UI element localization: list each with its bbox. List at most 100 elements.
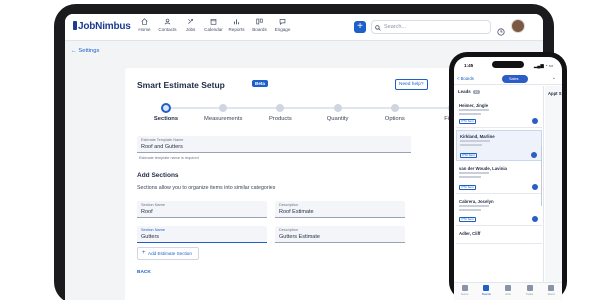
search-icon: [375, 24, 381, 31]
section-name-field[interactable]: Section Name Gutters: [137, 226, 267, 243]
lead-status-tag[interactable]: PTC Sent: [460, 153, 477, 158]
lead-status-tag[interactable]: PTC Sent: [459, 185, 476, 190]
lead-card[interactable]: van der Woude, Lavinia PTC Sent: [456, 163, 542, 194]
phone-notch: [492, 61, 524, 68]
nav-label: Boards: [252, 27, 267, 32]
add-sections-description: Sections allow you to organize items int…: [137, 185, 276, 191]
wizard-stepper: Sections Measurements Products Quantity Opti…: [137, 103, 477, 127]
lead-subline: [459, 172, 489, 174]
tasks-icon: [526, 285, 533, 291]
nav-item-contacts[interactable]: Contacts: [156, 18, 179, 32]
lead-action-icon[interactable]: [531, 152, 537, 158]
step-label-products[interactable]: Products: [269, 116, 292, 122]
add-estimate-section-button[interactable]: + Add Estimate Section: [137, 247, 199, 260]
lead-subline: [460, 140, 490, 142]
phone-tab-tasks[interactable]: Tasks: [522, 285, 538, 300]
search-input[interactable]: Search...: [371, 20, 491, 34]
nav-item-reports[interactable]: Reports: [225, 18, 248, 32]
template-name-field[interactable]: Estimate Template Name Roof and Gutters: [137, 136, 411, 153]
section-description-value: Roof Estimate: [279, 209, 314, 215]
lead-name: Heimer, Jingle: [459, 103, 489, 108]
leads-column: Leads 10 Heimer, Jingle PTC Sent Kirkland, …: [454, 86, 544, 282]
phone-tab-bar: Home Boards Jobs Tasks Alerts: [454, 282, 562, 300]
boards-back-link[interactable]: < Boards: [457, 76, 474, 81]
contacts-icon: [164, 18, 171, 25]
nav-item-engage[interactable]: Engage: [271, 18, 294, 32]
lead-action-icon[interactable]: [532, 216, 538, 222]
home-icon: [461, 285, 468, 291]
user-avatar[interactable]: [511, 19, 525, 33]
lead-subline: [460, 144, 482, 146]
step-dot-sections[interactable]: [161, 103, 171, 113]
phone-tab-jobs[interactable]: Jobs: [500, 285, 516, 300]
template-name-hint: Estimate template name is required: [139, 156, 199, 160]
boards-icon: [483, 285, 490, 291]
section-description-field[interactable]: Description Roof Estimate: [275, 201, 405, 218]
lead-card[interactable]: Cabrera, Jocelyn PTC Sent: [456, 196, 542, 226]
nav-label: Calendar: [204, 27, 223, 32]
phone-tab-boards[interactable]: Boards: [478, 285, 494, 300]
recent-clock-icon[interactable]: [497, 23, 505, 36]
app-logo[interactable]: JobNimbus: [73, 21, 131, 32]
calendar-icon: [210, 18, 217, 25]
step-dot-products[interactable]: [276, 104, 285, 112]
lead-action-icon[interactable]: [532, 184, 538, 190]
nav-item-boards[interactable]: Boards: [248, 18, 271, 32]
phone-frame: 1:45 ▂▄▆ ◔ ▭ < Boards Sales ⌄ Leads 10 He…: [449, 52, 567, 300]
lead-status-tag[interactable]: PTC Sent: [459, 217, 476, 222]
step-dot-options[interactable]: [390, 104, 399, 112]
section-name-value: Roof: [141, 209, 153, 215]
step-dot-measurements[interactable]: [219, 104, 228, 112]
lead-action-icon[interactable]: [532, 118, 538, 124]
back-button[interactable]: BACK: [137, 270, 151, 275]
step-label-sections[interactable]: Sections: [154, 116, 178, 122]
appointments-column: Appt S: [545, 86, 562, 282]
leads-count-badge: 10: [472, 90, 481, 94]
nav-label: Reports: [228, 27, 245, 32]
appointments-column-title: Appt S: [548, 91, 562, 96]
phone-tab-label: Tasks: [526, 292, 534, 296]
lead-name: Cabrera, Jocelyn: [459, 199, 494, 204]
back-to-settings-link[interactable]: ← Settings: [71, 48, 99, 54]
home-icon: [141, 18, 148, 25]
need-help-button[interactable]: Need help?: [395, 79, 428, 90]
board-selector-pill[interactable]: Sales: [502, 75, 528, 83]
plus-icon: +: [142, 250, 146, 256]
create-plus-button[interactable]: +: [354, 21, 366, 33]
lead-card[interactable]: Heimer, Jingle PTC Sent: [456, 100, 542, 128]
stepper-track: [166, 107, 452, 109]
section-description-field[interactable]: Description Gutters Estimate: [275, 226, 405, 243]
leads-scrollbar[interactable]: [541, 146, 542, 206]
leads-title-text: Leads: [458, 89, 471, 94]
beta-badge: Beta: [252, 80, 268, 87]
add-sections-title: Add Sections: [137, 172, 179, 179]
step-label-quantity[interactable]: Quantity: [327, 116, 349, 122]
nav-item-home[interactable]: Home: [133, 18, 156, 32]
lead-name: Kirkland, Marline: [460, 134, 495, 139]
lead-card[interactable]: Kirkland, Marline PTC Sent: [456, 130, 542, 161]
search-placeholder: Search...: [384, 24, 407, 30]
step-label-measurements[interactable]: Measurements: [204, 116, 242, 122]
lead-status-tag[interactable]: PTC Sent: [459, 119, 476, 124]
nav-label: Contacts: [158, 27, 177, 32]
step-label-options[interactable]: Options: [385, 116, 405, 122]
phone-tab-alerts[interactable]: Alerts: [543, 285, 559, 300]
nav-item-calendar[interactable]: Calendar: [202, 18, 225, 32]
lead-name: van der Woude, Lavinia: [459, 166, 507, 171]
lead-subline: [459, 209, 481, 211]
nav-label: Home: [138, 27, 151, 32]
section-name-field[interactable]: Section Name Roof: [137, 201, 267, 218]
chevron-down-icon[interactable]: ⌄: [552, 75, 556, 81]
lead-card[interactable]: Adler, Cliff: [456, 228, 542, 244]
jobs-icon: [504, 285, 511, 291]
section-description-label: Description: [279, 228, 298, 232]
smart-estimate-card: Smart Estimate Setup Beta Need help? Sho…: [125, 68, 517, 300]
lead-subline: [459, 176, 481, 178]
phone-screen: 1:45 ▂▄▆ ◔ ▭ < Boards Sales ⌄ Leads 10 He…: [454, 57, 562, 300]
logo-mark-icon: [73, 21, 77, 30]
step-dot-quantity[interactable]: [333, 104, 342, 112]
phone-tab-home[interactable]: Home: [457, 285, 473, 300]
reports-icon: [233, 18, 240, 25]
nav-item-jobs[interactable]: Jobs: [179, 18, 202, 32]
phone-tab-label: Home: [461, 292, 469, 296]
